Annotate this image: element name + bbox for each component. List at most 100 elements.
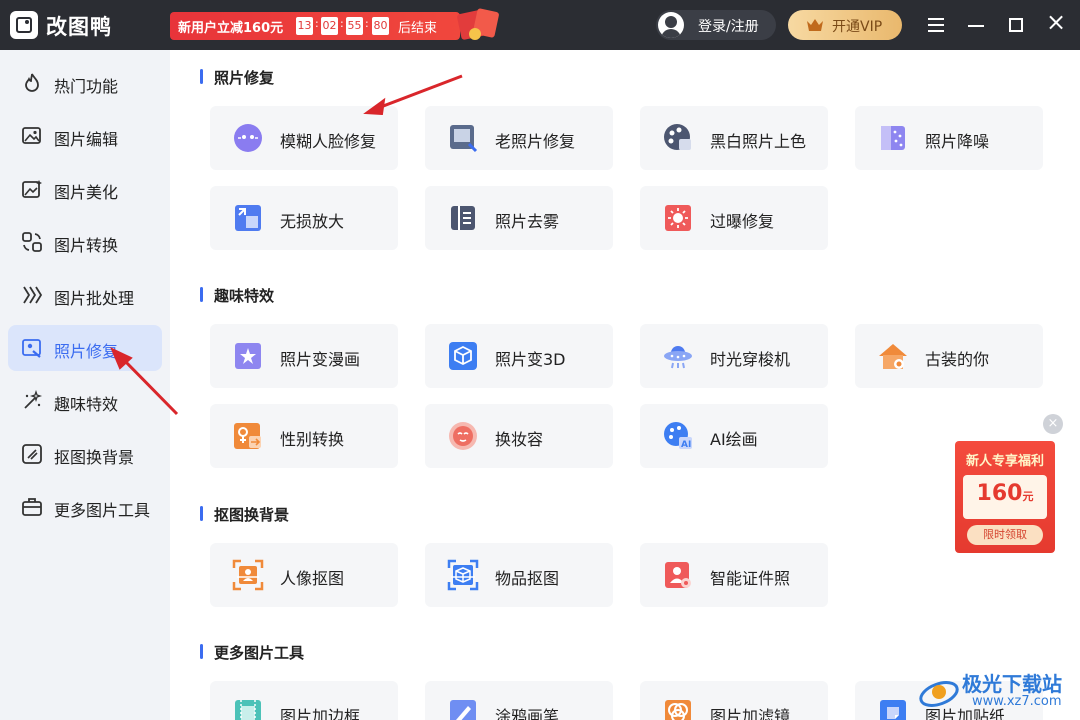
old-photo-icon — [450, 125, 478, 153]
card-makeup[interactable]: 换妆容 — [425, 404, 613, 468]
card-time-machine[interactable]: 时光穿梭机 — [640, 324, 828, 388]
card-doodle-brush[interactable]: 涂鸦画笔 — [425, 681, 613, 720]
section-title-more-tools: 更多图片工具 — [200, 642, 304, 663]
card-ai-painting[interactable]: AI AI绘画 — [640, 404, 828, 468]
title-bar: 改图鸭 新用户立减160元 13 : 02 : 55 : 80 后结束 登录/注… — [0, 0, 1080, 50]
card-blur-face-repair[interactable]: 模糊人脸修复 — [210, 106, 398, 170]
card-label: AI绘画 — [710, 430, 758, 449]
card-colorize[interactable]: 黑白照片上色 — [640, 106, 828, 170]
gender-icon — [234, 423, 261, 449]
card-portrait-cutout[interactable]: 人像抠图 — [210, 543, 398, 607]
card-gender-swap[interactable]: 性别转换 — [210, 404, 398, 468]
timer-minutes: 02 — [321, 17, 338, 35]
sticker-icon — [880, 700, 906, 720]
popup-close-icon[interactable]: × — [1043, 414, 1063, 434]
sidebar-item-label: 更多图片工具 — [54, 501, 151, 520]
id-photo-icon — [665, 562, 691, 588]
photo-repair-icon — [22, 339, 41, 358]
card-3d[interactable]: 照片变3D — [425, 324, 613, 388]
promo-banner[interactable]: 新用户立减160元 13 : 02 : 55 : 80 后结束 — [170, 12, 460, 40]
upscale-icon — [235, 205, 261, 231]
vip-button[interactable]: 开通VIP — [788, 10, 902, 40]
cube-icon — [449, 342, 477, 370]
card-lossless-upscale[interactable]: 无损放大 — [210, 186, 398, 250]
sparkle-icon — [24, 390, 43, 409]
crown-icon — [807, 19, 823, 31]
sidebar-item-label: 图片编辑 — [54, 130, 119, 149]
card-label: 无损放大 — [280, 212, 345, 231]
close-icon[interactable]: × — [1043, 9, 1069, 38]
sidebar-item-image-edit[interactable]: 图片编辑 — [8, 113, 162, 159]
sidebar-item-label: 热门功能 — [54, 77, 119, 96]
border-icon — [235, 700, 261, 720]
card-label: 老照片修复 — [495, 132, 576, 151]
sidebar-item-image-beautify[interactable]: 图片美化 — [8, 166, 162, 212]
card-label: 古装的你 — [925, 350, 990, 369]
portrait-cutout-icon — [232, 559, 264, 591]
promo-end-text: 后结束 — [398, 21, 438, 36]
convert-icon — [22, 232, 42, 252]
card-id-photo[interactable]: 智能证件照 — [640, 543, 828, 607]
dehaze-icon — [451, 206, 475, 230]
sidebar-item-label: 图片批处理 — [54, 289, 135, 308]
watermark: 极光下载站 www.xz7.com — [916, 666, 1076, 718]
card-overexposure-repair[interactable]: 过曝修复 — [640, 186, 828, 250]
section-title-photo-repair: 照片修复 — [200, 67, 274, 88]
login-label: 登录/注册 — [698, 19, 759, 35]
sidebar-item-more-tools[interactable]: 更多图片工具 — [8, 484, 162, 530]
sidebar: 热门功能 图片编辑 图片美化 图片转换 图片批处理 照片修复 趣味特效 抠图换背… — [0, 50, 170, 720]
watermark-url: www.xz7.com — [972, 694, 1062, 709]
promo-text: 新用户立减160元 — [178, 21, 284, 36]
card-old-photo-repair[interactable]: 老照片修复 — [425, 106, 613, 170]
sidebar-item-label: 趣味特效 — [54, 395, 119, 414]
card-label: 黑白照片上色 — [710, 132, 807, 151]
image-beautify-icon — [22, 180, 42, 198]
card-add-filter[interactable]: 图片加滤镜 — [640, 681, 828, 720]
popup-claim-button[interactable]: 限时领取 — [967, 525, 1043, 545]
toolbox-icon — [22, 498, 42, 516]
sidebar-item-cutout[interactable]: 抠图换背景 — [8, 431, 162, 477]
card-dehaze[interactable]: 照片去雾 — [425, 186, 613, 250]
popup-coupon: 160元 — [963, 475, 1047, 519]
card-cartoonize[interactable]: 照片变漫画 — [210, 324, 398, 388]
sidebar-item-batch[interactable]: 图片批处理 — [8, 272, 162, 318]
minimize-icon[interactable] — [963, 12, 989, 38]
card-label: 图片加滤镜 — [710, 707, 791, 720]
newcomer-promo-popup[interactable]: 新人专享福利 160元 限时领取 — [955, 441, 1055, 553]
card-label: 换妆容 — [495, 430, 544, 449]
sidebar-item-label: 图片转换 — [54, 236, 119, 255]
object-cutout-icon — [447, 559, 479, 591]
sidebar-item-hot[interactable]: 热门功能 — [8, 60, 162, 106]
popup-title: 新人专享福利 — [965, 454, 1044, 469]
sidebar-item-label: 抠图换背景 — [54, 448, 135, 467]
card-denoise[interactable]: 照片降噪 — [855, 106, 1043, 170]
timer-hours: 13 — [296, 17, 313, 35]
sidebar-item-photo-repair[interactable]: 照片修复 — [8, 325, 162, 371]
exposure-icon — [665, 205, 691, 231]
sidebar-item-label: 图片美化 — [54, 183, 119, 202]
login-button[interactable]: 登录/注册 — [656, 10, 776, 40]
maximize-icon[interactable] — [1003, 12, 1029, 38]
brush-icon — [450, 700, 476, 720]
card-label: 模糊人脸修复 — [280, 132, 377, 151]
avatar-icon — [658, 12, 684, 38]
card-label: 照片变漫画 — [280, 350, 361, 369]
makeup-icon — [449, 422, 477, 450]
menu-icon[interactable] — [923, 12, 949, 38]
sidebar-item-fun-effects[interactable]: 趣味特效 — [8, 378, 162, 424]
section-title-fun-effects: 趣味特效 — [200, 285, 274, 306]
card-object-cutout[interactable]: 物品抠图 — [425, 543, 613, 607]
image-edit-icon — [22, 127, 41, 144]
denoise-icon — [881, 126, 905, 150]
palette-icon — [664, 124, 691, 150]
card-ancient-costume[interactable]: 古装的你 — [855, 324, 1043, 388]
card-label: 物品抠图 — [495, 569, 560, 588]
sidebar-item-convert[interactable]: 图片转换 — [8, 219, 162, 265]
red-envelope-icon[interactable] — [455, 7, 503, 44]
card-label: 图片加边框 — [280, 707, 361, 720]
card-label: 智能证件照 — [710, 569, 791, 588]
app-title: 改图鸭 — [46, 15, 112, 39]
card-label: 时光穿梭机 — [710, 350, 791, 369]
card-add-border[interactable]: 图片加边框 — [210, 681, 398, 720]
flame-icon — [25, 73, 39, 92]
